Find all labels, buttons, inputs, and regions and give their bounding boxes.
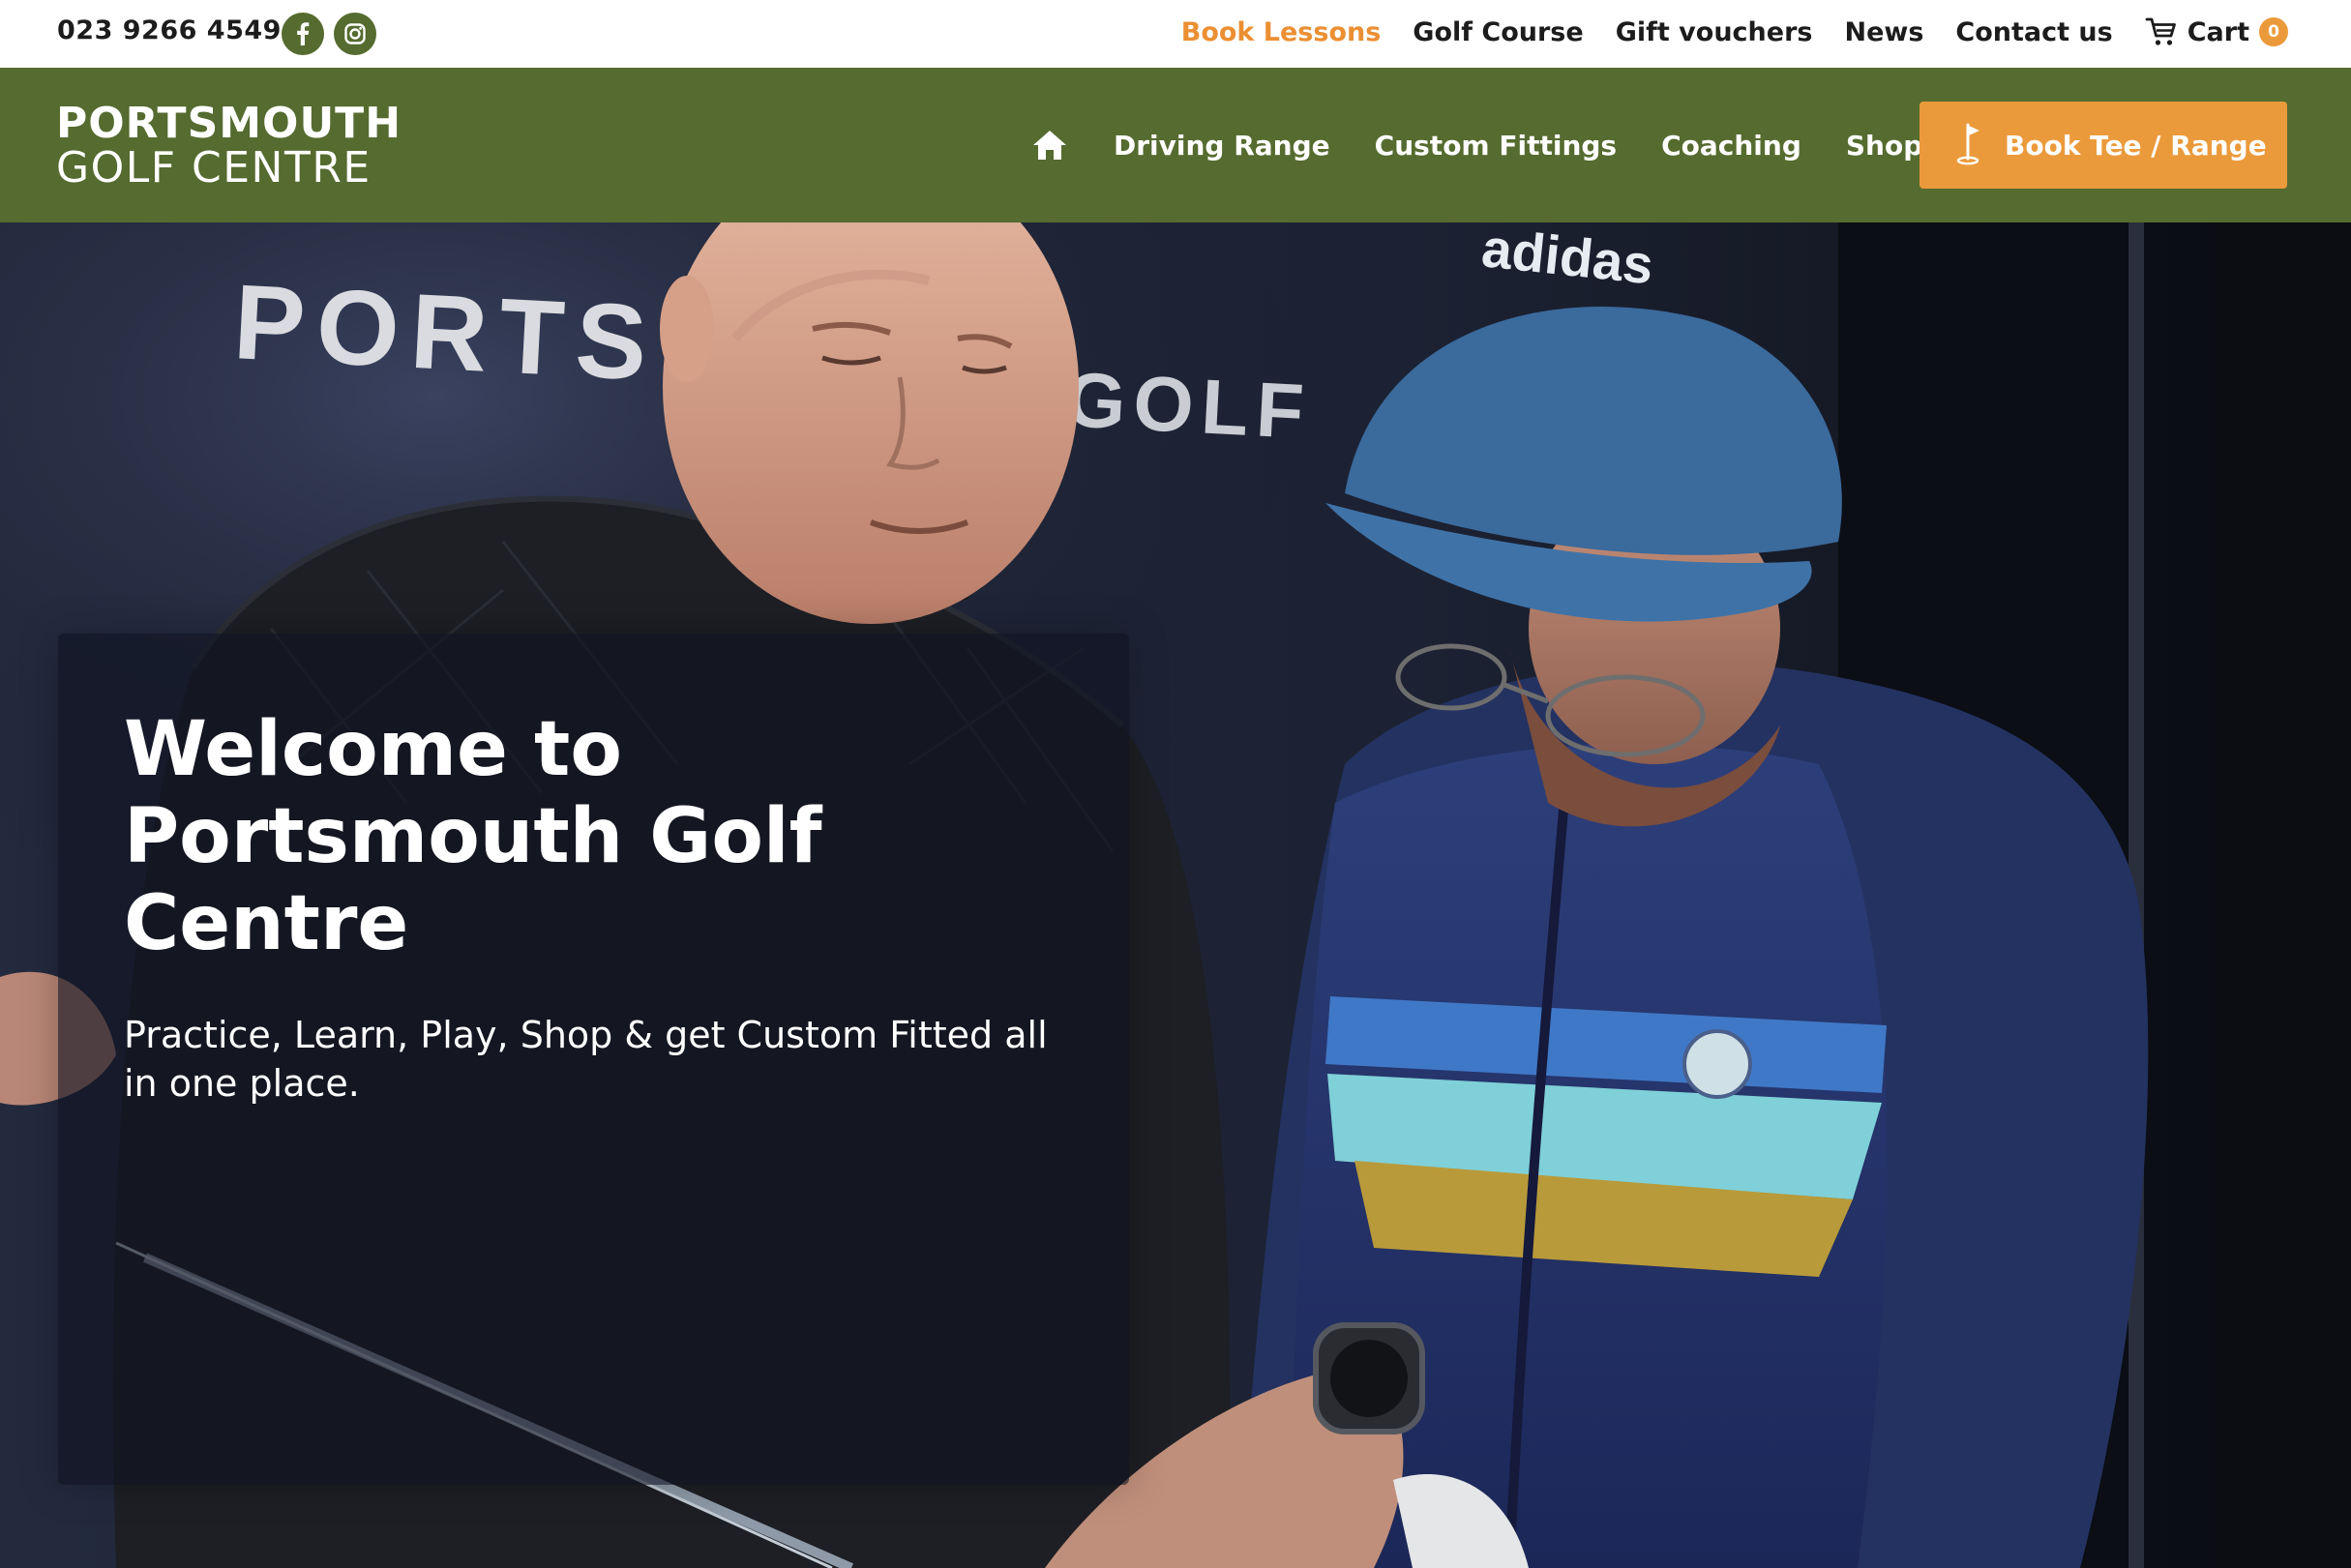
wall-sign-text-ports: PORTS — [231, 262, 662, 403]
home-icon[interactable] — [1030, 129, 1069, 162]
nav-coaching[interactable]: Coaching — [1661, 130, 1801, 162]
logo-line-1: PORTSMOUTH — [56, 99, 402, 148]
main-nav: Driving Range Custom Fittings Coaching S… — [1030, 68, 1922, 222]
logo-line-2: GOLF CENTRE — [56, 143, 372, 192]
cart-count-badge: 0 — [2259, 17, 2288, 46]
cart-label: Cart — [2187, 16, 2249, 47]
cart-icon — [2145, 17, 2176, 45]
book-tee-range-button[interactable]: Book Tee / Range — [1919, 102, 2287, 189]
contact-us-link[interactable]: Contact us — [1955, 17, 2112, 47]
main-header: PORTSMOUTH GOLF CENTRE Driving Range Cus… — [0, 68, 2351, 222]
instagram-icon[interactable] — [334, 13, 376, 55]
hero-title: Welcome to Portsmouth Golf Centre — [124, 706, 822, 967]
news-link[interactable]: News — [1844, 17, 1923, 47]
gift-vouchers-link[interactable]: Gift vouchers — [1616, 17, 1813, 47]
facebook-icon[interactable] — [282, 13, 324, 55]
golf-flag-icon — [1956, 123, 1979, 165]
nav-custom-fittings[interactable]: Custom Fittings — [1375, 130, 1617, 162]
top-utility-bar: 023 9266 4549 Book Lessons Golf Course G… — [0, 0, 2351, 68]
phone-number[interactable]: 023 9266 4549 — [57, 15, 282, 45]
book-tee-range-label: Book Tee / Range — [2005, 129, 2267, 162]
wall-sign-text-golf: GOLF — [1063, 356, 1313, 455]
nav-shop[interactable]: Shop — [1846, 130, 1922, 162]
utility-nav: Book Lessons Golf Course Gift vouchers N… — [1181, 0, 2288, 64]
book-lessons-link[interactable]: Book Lessons — [1181, 17, 1382, 47]
hero-section: PORTS GOLF adidas Welcome to Portsmouth … — [0, 222, 2351, 1568]
golf-course-link[interactable]: Golf Course — [1413, 17, 1583, 47]
hero-subtitle: Practice, Learn, Play, Shop & get Custom… — [124, 1014, 1048, 1105]
nav-driving-range[interactable]: Driving Range — [1114, 130, 1330, 162]
cart-link[interactable]: Cart 0 — [2145, 16, 2288, 47]
site-logo[interactable]: PORTSMOUTH GOLF CENTRE — [56, 103, 402, 190]
